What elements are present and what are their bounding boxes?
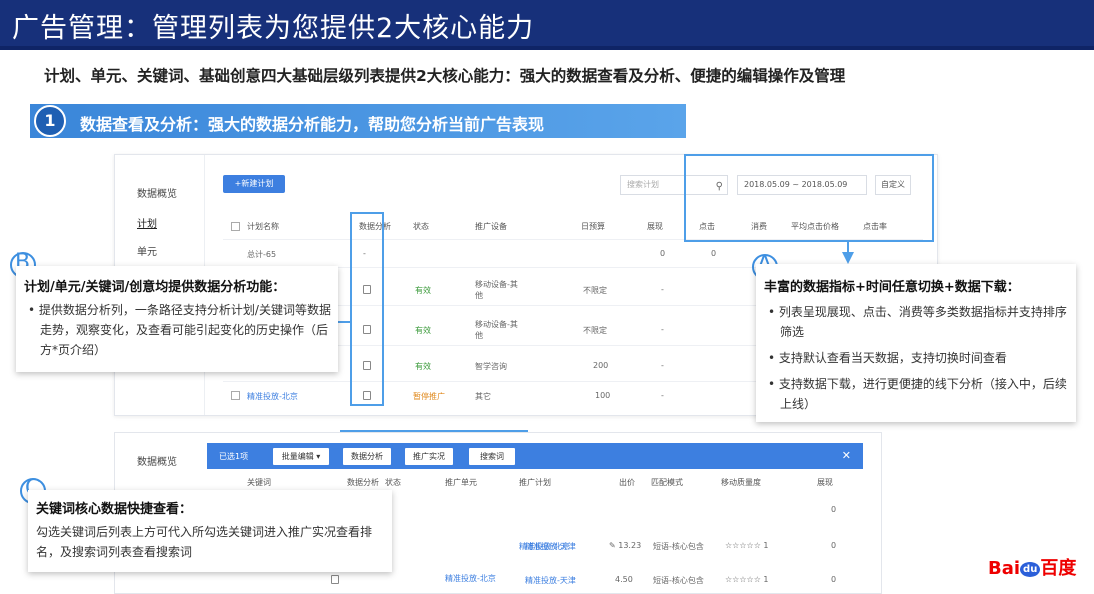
callout-b: 计划/单元/关键词/创意均提供数据分析功能： • 提供数据分析列，一条路径支持分… (16, 266, 338, 372)
bid-value: 4.50 (615, 575, 633, 584)
row-checkbox[interactable] (231, 391, 240, 400)
impressions-value: 0 (831, 541, 837, 550)
header-plan[interactable]: 推广计划 (519, 477, 551, 488)
header-data-analysis[interactable]: 数据分析 (347, 477, 379, 488)
impressions-value: 0 (831, 575, 837, 584)
status-text: 有效 (415, 326, 431, 335)
baidu-logo: Bai du 百度 (988, 558, 1077, 579)
header-unit[interactable]: 推广单元 (445, 477, 477, 488)
search-terms-button[interactable]: 搜索词 (469, 448, 515, 465)
callout-a-item: • 列表呈现展现、点击、消费等多类数据指标并支持排序筛选 (768, 305, 1067, 339)
callout-a: 丰富的数据指标+时间任意切换+数据下载： • 列表呈现展现、点击、消费等多类数据… (756, 264, 1076, 422)
callout-c: 关键词核心数据快捷查看： 勾选关键词后列表上方可代入所勾选关键词进入推广实况查看… (28, 490, 392, 572)
cell-dash: 0 (831, 505, 837, 514)
subtitle: 计划、单元、关键词、基础创意四大基础层级列表提供2大核心能力：强大的数据查看及分… (44, 67, 846, 85)
budget-text: 不限定 (583, 326, 607, 335)
total-impressions: 0 (660, 249, 666, 258)
quality-value: ☆☆☆☆☆ 1 (725, 541, 769, 550)
total-row-label: 总计-65 (247, 250, 277, 259)
live-preview-button[interactable]: 推广实况 (405, 448, 453, 465)
section-number: 1 (34, 105, 66, 137)
keyword-toolbar: 已选1项 批量编辑 ▾ 数据分析 推广实况 搜索词 ✕ (207, 443, 863, 469)
callout-a-title: 丰富的数据指标+时间任意切换+数据下载： (764, 280, 1020, 295)
search-placeholder: 搜索计划 (627, 180, 659, 189)
callout-c-title: 关键词核心数据快捷查看： (36, 502, 193, 517)
header-status[interactable]: 状态 (385, 477, 401, 488)
sidebar-item-unit[interactable]: 单元 (137, 243, 157, 258)
match-value: 短语-核心包含 (653, 576, 704, 585)
status-text: 有效 (415, 286, 431, 295)
header-device[interactable]: 推广设备 (475, 221, 507, 232)
header-quality[interactable]: 移动质量度 (721, 477, 761, 488)
status-text: 有效 (415, 362, 431, 371)
device-text: 其它 (475, 392, 491, 401)
device-text: 移动设备-其他 (475, 280, 518, 300)
plan-link[interactable]: 精准投放-天津 (525, 575, 576, 586)
header-match[interactable]: 匹配模式 (651, 477, 683, 488)
select-all-checkbox[interactable] (231, 222, 240, 231)
data-analysis-icon[interactable] (331, 575, 339, 584)
impressions-text: - (661, 285, 664, 294)
sidebar-item-overview[interactable]: 数据概览 (137, 185, 177, 200)
batch-edit-button[interactable]: 批量编辑 ▾ (273, 448, 329, 465)
budget-text: 200 (593, 361, 609, 370)
sidebar-item-plan[interactable]: 计划 (137, 215, 157, 230)
page-title: 广告管理：管理列表为您提供2大核心能力 (12, 13, 535, 44)
section-text: 数据查看及分析：强大的数据分析能力，帮助您分析当前广告表现 (80, 115, 545, 134)
device-text: 智学咨询 (475, 362, 507, 371)
header-bid[interactable]: 出价 (619, 477, 635, 488)
data-analysis-highlight (350, 212, 384, 406)
plan-link[interactable]: 精准投放-北京 (247, 391, 298, 402)
impressions-text: - (661, 361, 664, 370)
status-text: 暂停推广 (413, 392, 445, 401)
callout-a-item: • 支持数据下载，进行更便捷的线下分析（接入中，后续上线） (768, 377, 1067, 411)
impressions-text: - (661, 325, 664, 334)
metrics-highlight (684, 154, 934, 242)
unit-link[interactable]: 精准投放-北京 (445, 573, 496, 584)
total-clicks: 0 (711, 249, 717, 258)
bid-value: ✎ 13.23 (609, 541, 642, 550)
header-impressions[interactable]: 展现 (647, 221, 663, 232)
close-icon[interactable]: ✕ (842, 449, 851, 462)
sidebar-item-overview[interactable]: 数据概览 (137, 453, 177, 468)
callout-a-item: • 支持默认查看当天数据，支持切换时间查看 (768, 351, 1007, 365)
match-value: 短语-核心包含 (653, 542, 704, 551)
new-plan-button[interactable]: +新建计划 (223, 175, 285, 193)
header-keyword[interactable]: 关键词 (247, 477, 271, 488)
data-analysis-button[interactable]: 数据分析 (343, 448, 391, 465)
quality-value: ☆☆☆☆☆ 1 (725, 575, 769, 584)
impressions-text: - (661, 391, 664, 400)
header-plan-name[interactable]: 计划名称 (247, 221, 279, 232)
header-status[interactable]: 状态 (413, 221, 429, 232)
budget-text: 100 (595, 391, 611, 400)
callout-c-body: 勾选关键词后列表上方可代入所勾选关键词进入推广实况查看排名，及搜索词列表查看搜索… (36, 525, 373, 559)
device-text: 移动设备-其他 (475, 320, 518, 340)
callout-b-title: 计划/单元/关键词/创意均提供数据分析功能： (24, 280, 286, 295)
callout-a-list: • 列表呈现展现、点击、消费等多类数据指标并支持排序筛选 • 支持默认查看当天数… (766, 302, 1072, 414)
header-budget[interactable]: 日预算 (581, 221, 605, 232)
title-bar: 广告管理：管理列表为您提供2大核心能力 (0, 0, 1094, 50)
callout-b-item: • 提供数据分析列，一条路径支持分析计划/关键词等数据走势，观察变化，及查看可能… (28, 303, 331, 357)
budget-text: 不限定 (583, 286, 607, 295)
plan-link[interactable]: 精准投放-天津 (525, 541, 576, 552)
section-banner: 1 数据查看及分析：强大的数据分析能力，帮助您分析当前广告表现 (30, 104, 686, 138)
header-impressions[interactable]: 展现 (817, 477, 833, 488)
selected-count: 已选1项 (219, 452, 249, 461)
